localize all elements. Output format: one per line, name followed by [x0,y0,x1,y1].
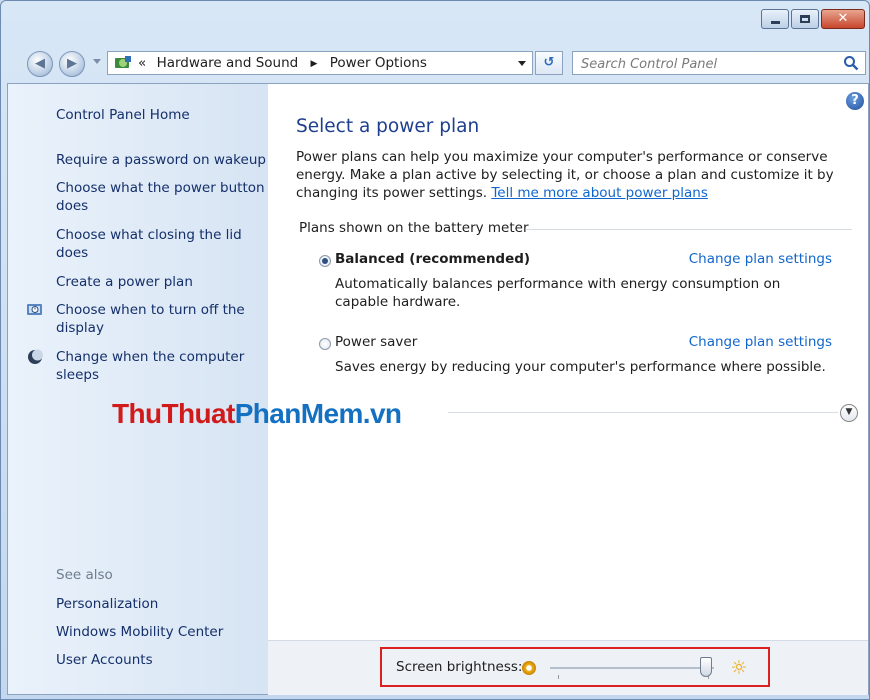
recent-pages-dropdown[interactable] [93,59,101,64]
display-clock-icon [27,304,42,315]
minimize-button[interactable] [761,9,789,29]
group-divider [526,229,852,230]
page-title: Select a power plan [296,116,480,137]
control-panel-icon [115,56,131,68]
balanced-plan-description: Automatically balances performance with … [335,276,781,310]
moon-sleep-icon [28,349,43,364]
refresh-icon: ↺ [543,55,555,70]
navigation-bar: ◀ ▶ « Hardware and Sound ▶ Power Options… [1,47,869,79]
power-saver-plan-description: Saves energy by reducing your computer's… [335,359,826,375]
closing-lid-link[interactable]: Choose what closing the lid does [56,226,266,262]
window: ✕ ◀ ▶ « Hardware and Sound ▶ Power Optio… [0,0,870,700]
power-saver-plan-name[interactable]: Power saver [335,334,417,350]
power-button-link[interactable]: Choose what the power button does [56,179,266,215]
power-saver-radio[interactable] [319,338,331,350]
learn-more-link[interactable]: Tell me more about power plans [491,185,708,201]
content-area: Control Panel Home Require a password on… [7,83,869,695]
address-overflow[interactable]: « [138,55,146,71]
maximize-icon [800,15,810,23]
battery-meter-group-label: Plans shown on the battery meter [299,220,529,236]
search-box [572,51,866,75]
address-bar[interactable]: « Hardware and Sound ▶ Power Options [107,51,533,75]
slider-tick-min [558,675,559,679]
refresh-button[interactable]: ↺ [535,51,563,75]
close-icon: ✕ [837,11,849,26]
brightness-label: Screen brightness: [396,659,523,675]
search-icon[interactable] [843,55,859,71]
balanced-change-settings-link[interactable]: Change plan settings [689,251,832,267]
balanced-plan-name[interactable]: Balanced (recommended) [335,251,530,267]
breadcrumb-power-options[interactable]: Power Options [330,55,427,71]
user-accounts-link[interactable]: User Accounts [56,651,266,669]
create-power-plan-link[interactable]: Create a power plan [56,273,266,291]
back-button[interactable]: ◀ [27,51,53,77]
address-path: « Hardware and Sound ▶ Power Options [138,55,427,71]
additional-plans-divider [448,412,838,413]
dim-brightness-icon [522,661,536,675]
close-button[interactable]: ✕ [821,9,865,29]
address-dropdown-icon[interactable] [518,61,526,66]
personalization-link[interactable]: Personalization [56,595,266,613]
forward-icon: ▶ [67,56,77,71]
page-description: Power plans can help you maximize your c… [296,148,864,202]
computer-sleeps-link[interactable]: Change when the computer sleeps [56,348,266,384]
title-bar: ✕ [1,1,869,41]
bright-sun-icon: ☼ [730,657,748,679]
control-panel-home-link[interactable]: Control Panel Home [56,106,266,124]
expand-chevron-icon[interactable]: ▼ [840,404,858,422]
breadcrumb-hardware-and-sound[interactable]: Hardware and Sound [157,55,299,71]
watermark-part1: ThuThuat [112,398,235,429]
turn-off-display-link[interactable]: Choose when to turn off the display [56,301,266,337]
balanced-radio[interactable] [319,255,331,267]
maximize-button[interactable] [791,9,819,29]
breadcrumb-separator-icon[interactable]: ▶ [311,59,318,69]
minimize-icon [771,21,780,24]
back-icon: ◀ [35,56,45,71]
brightness-slider-thumb[interactable] [699,657,712,677]
watermark-part2: PhanMem [234,398,364,429]
watermark-part3: .vn [362,398,402,429]
brightness-highlight-box: Screen brightness: ☼ [380,647,770,687]
search-input[interactable] [579,54,833,74]
forward-button[interactable]: ▶ [59,51,85,77]
caption-buttons: ✕ [761,9,865,29]
power-saver-change-settings-link[interactable]: Change plan settings [689,334,832,350]
watermark-text: ThuThuatPhanMem.vn [112,398,402,430]
details-pane: Screen brightness: ☼ [268,640,868,695]
brightness-slider-track[interactable] [550,667,714,669]
task-pane: Control Panel Home Require a password on… [8,84,268,694]
mobility-center-link[interactable]: Windows Mobility Center [56,623,266,641]
require-password-link[interactable]: Require a password on wakeup [56,151,266,169]
see-also-label: See also [56,567,113,583]
help-icon[interactable]: ? [846,92,864,110]
main-pane: ? Select a power plan Power plans can he… [268,84,868,694]
